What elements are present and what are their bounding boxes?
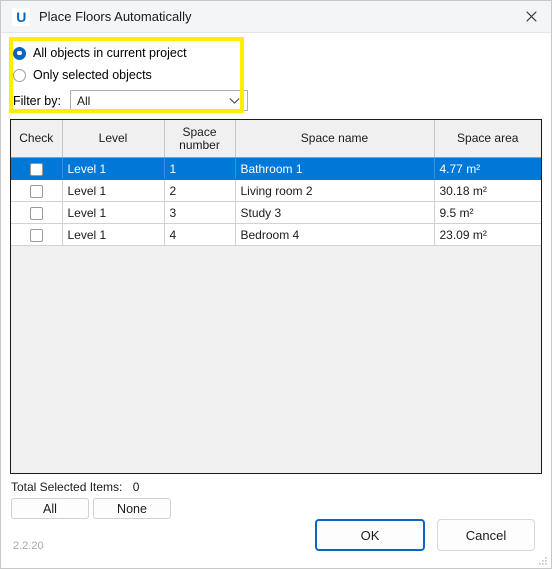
row-space-name-cell: Living room 2	[235, 179, 435, 202]
table-body: Level 1 1 Bathroom 1 4.77 m² Level 1 2 Living …	[11, 157, 541, 246]
cancel-button[interactable]: Cancel	[437, 519, 535, 551]
table-header-row: Check Level Space number Space name Spac…	[11, 120, 541, 158]
row-level-cell: Level 1	[62, 223, 165, 246]
window-title: Place Floors Automatically	[39, 9, 192, 24]
row-space-area-cell: 23.09 m²	[434, 223, 541, 246]
total-selected-label: Total Selected Items:	[11, 480, 123, 494]
column-header-check[interactable]: Check	[11, 120, 63, 158]
spaces-grid: Check Level Space number Space name Spac…	[11, 120, 541, 246]
row-space-area-cell: 4.77 m²	[434, 157, 541, 180]
row-level-cell: Level 1	[62, 201, 165, 224]
title-bar: U Place Floors Automatically	[1, 1, 551, 33]
row-space-area-cell: 9.5 m²	[434, 201, 541, 224]
row-checkbox-cell[interactable]	[11, 201, 63, 224]
radio-only-selected-label: Only selected objects	[33, 68, 152, 82]
column-header-space-number-line2: number	[179, 137, 220, 152]
table-row[interactable]: Level 1 3 Study 3 9.5 m²	[11, 201, 541, 224]
chevron-down-icon	[229, 97, 240, 104]
dialog-window: U Place Floors Automatically All objects…	[0, 0, 552, 569]
row-level-cell: Level 1	[62, 179, 165, 202]
row-checkbox-cell[interactable]	[11, 223, 63, 246]
row-space-number-cell: 3	[164, 201, 236, 224]
table-row[interactable]: Level 1 2 Living room 2 30.18 m²	[11, 179, 541, 202]
row-space-name-cell: Bedroom 4	[235, 223, 435, 246]
column-header-level[interactable]: Level	[62, 120, 165, 158]
close-button[interactable]	[509, 1, 551, 32]
radio-only-selected-indicator	[13, 68, 26, 82]
row-checkbox[interactable]	[29, 162, 43, 176]
column-header-space-number-line1: Space	[182, 124, 217, 139]
row-checkbox[interactable]	[29, 206, 43, 220]
row-space-name-cell: Study 3	[235, 201, 435, 224]
total-selected-items: Total Selected Items: 0	[11, 480, 139, 494]
row-checkbox-cell[interactable]	[11, 157, 63, 180]
total-selected-count: 0	[132, 480, 140, 494]
radio-all-objects[interactable]: All objects in current project	[13, 44, 187, 62]
select-all-button[interactable]: All	[11, 498, 89, 519]
resize-grip-icon[interactable]	[538, 556, 548, 566]
row-level-cell: Level 1	[62, 157, 165, 180]
app-logo-icon: U	[12, 7, 30, 26]
row-space-number-cell: 1	[164, 157, 236, 180]
table-row[interactable]: Level 1 1 Bathroom 1 4.77 m²	[11, 157, 541, 180]
column-header-space-name[interactable]: Space name	[235, 120, 435, 158]
row-space-area-cell: 30.18 m²	[434, 179, 541, 202]
row-checkbox[interactable]	[29, 228, 43, 242]
filter-by-dropdown[interactable]: All	[69, 90, 248, 111]
radio-all-objects-indicator	[13, 46, 26, 60]
row-space-name-cell: Bathroom 1	[235, 157, 435, 180]
version-label: 2.2.20	[13, 540, 44, 552]
radio-all-objects-label: All objects in current project	[33, 46, 187, 60]
close-icon	[525, 11, 537, 22]
radio-only-selected-objects[interactable]: Only selected objects	[13, 66, 152, 84]
table-row[interactable]: Level 1 4 Bedroom 4 23.09 m²	[11, 223, 541, 246]
filter-by-value: All	[76, 93, 91, 108]
select-none-button[interactable]: None	[93, 498, 171, 519]
ok-button[interactable]: OK	[315, 519, 425, 551]
row-checkbox-cell[interactable]	[11, 179, 63, 202]
filter-by-label: Filter by:	[13, 93, 61, 108]
row-space-number-cell: 2	[164, 179, 236, 202]
filter-row: Filter by: All	[13, 90, 248, 111]
column-header-space-number[interactable]: Space number	[164, 120, 236, 158]
column-header-space-area[interactable]: Space area	[434, 120, 541, 158]
row-space-number-cell: 4	[164, 223, 236, 246]
spaces-table: Check Level Space number Space name Spac…	[10, 119, 542, 474]
row-checkbox[interactable]	[29, 184, 43, 198]
